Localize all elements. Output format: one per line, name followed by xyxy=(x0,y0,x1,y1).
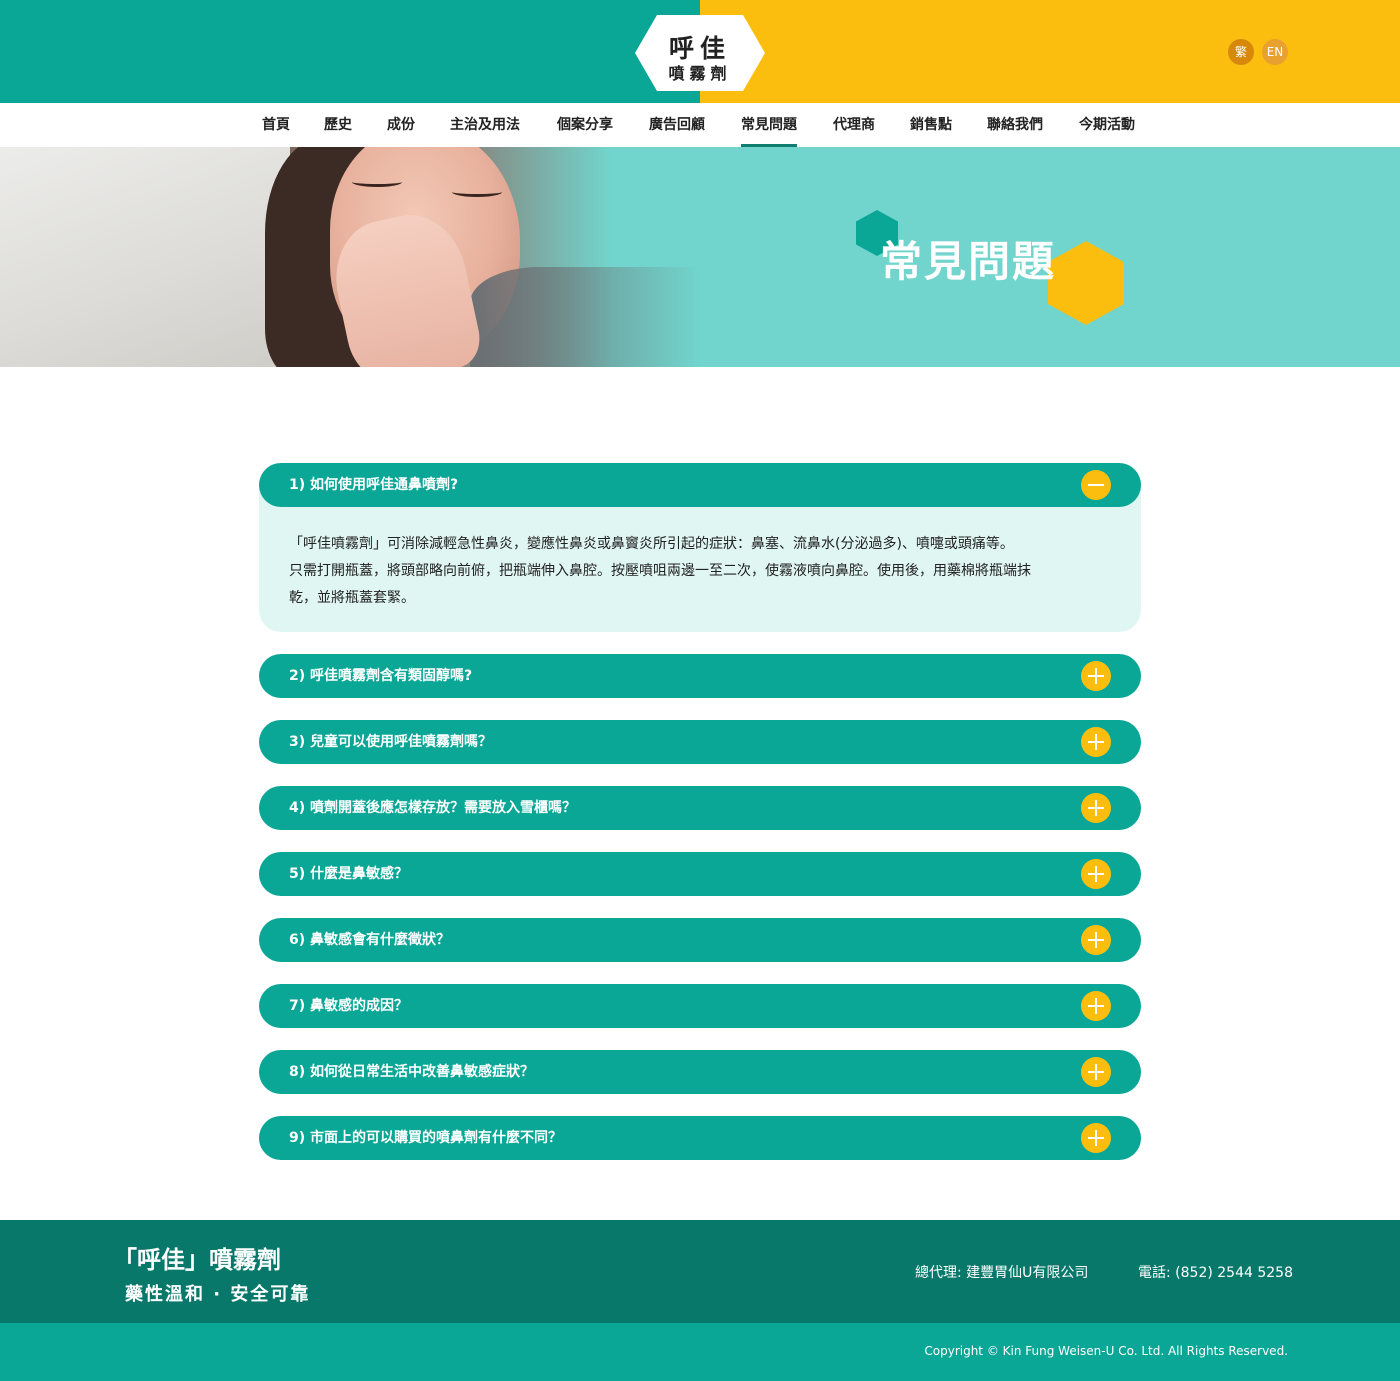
nav-item-contact[interactable]: 聯絡我們 xyxy=(987,103,1043,147)
expand-plus-icon[interactable] xyxy=(1081,793,1111,823)
faq-question-text: 6) 鼻敏感會有什麼徵狀？ xyxy=(289,932,451,948)
faq-answer-1-line-2: 只需打開瓶蓋，將頭部略向前俯，把瓶端伸入鼻腔。按壓噴咀兩邊一至二次，使霧液噴向鼻… xyxy=(289,563,1031,579)
page-banner xyxy=(0,147,1400,367)
footer-copyright-bar: Copyright © Kin Fung Weisen-U Co. Ltd. A… xyxy=(0,1323,1400,1381)
nav-item-ads[interactable]: 廣告回顧 xyxy=(649,103,705,147)
logo-text-sub: 噴霧劑 xyxy=(668,64,732,83)
nav-item-history[interactable]: 歷史 xyxy=(324,103,352,147)
nav-item-home[interactable]: 首頁 xyxy=(262,103,290,147)
nav-item-agents[interactable]: 代理商 xyxy=(833,103,875,147)
banner-hexagon-yellow xyxy=(1048,241,1124,325)
footer-info: 「呼佳」噴霧劑 藥性溫和 · 安全可靠 總代理: 建豐胃仙U有限公司 電話: (… xyxy=(0,1220,1400,1323)
nav-item-ingredients[interactable]: 成份 xyxy=(387,103,415,147)
expand-plus-icon[interactable] xyxy=(1081,727,1111,757)
faq-question-bar-5[interactable]: 5) 什麼是鼻敏感？ xyxy=(259,852,1141,896)
faq-question-text: 5) 什麼是鼻敏感？ xyxy=(289,866,409,882)
brand-logo[interactable]: 呼佳 噴霧劑 xyxy=(635,15,765,91)
faq-question-bar-6[interactable]: 6) 鼻敏感會有什麼徵狀？ xyxy=(259,918,1141,962)
page-title: 常見問題 xyxy=(880,237,1057,286)
site-header: 呼佳 噴霧劑 繁 EN xyxy=(0,0,1400,103)
main-nav: 首頁 歷史 成份 主治及用法 個案分享 廣告回顧 常見問題 代理商 銷售點 聯絡… xyxy=(0,103,1400,147)
expand-plus-icon[interactable] xyxy=(1081,1123,1111,1153)
nav-item-usage[interactable]: 主治及用法 xyxy=(450,103,520,147)
header-right-panel xyxy=(700,0,1400,103)
faq-question-text: 1) 如何使用呼佳通鼻噴劑? xyxy=(289,477,459,493)
faq-question-text: 4) 噴劑開蓋後應怎樣存放？需要放入雪櫃嗎？ xyxy=(289,800,577,816)
faq-question-bar-2[interactable]: 2) 呼佳噴霧劑含有類固醇嗎? xyxy=(259,654,1141,698)
header-left-panel xyxy=(0,0,700,103)
nav-item-events[interactable]: 今期活動 xyxy=(1079,103,1135,147)
nav-item-stores[interactable]: 銷售點 xyxy=(910,103,952,147)
nav-item-cases[interactable]: 個案分享 xyxy=(557,103,613,147)
faq-answer-1-line-1: 「呼佳噴霧劑」可消除減輕急性鼻炎，變應性鼻炎或鼻竇炎所引起的症狀：鼻塞、流鼻水(… xyxy=(289,536,1014,552)
collapse-minus-icon[interactable] xyxy=(1081,470,1111,500)
faq-question-bar-1[interactable]: 1) 如何使用呼佳通鼻噴劑? xyxy=(259,463,1141,507)
faq-question-text: 7) 鼻敏感的成因？ xyxy=(289,998,409,1014)
faq-question-bar-7[interactable]: 7) 鼻敏感的成因？ xyxy=(259,984,1141,1028)
lang-traditional-chinese-button[interactable]: 繁 xyxy=(1228,39,1254,65)
footer-brand: 「呼佳」噴霧劑 xyxy=(113,1246,281,1274)
faq-question-bar-4[interactable]: 4) 噴劑開蓋後應怎樣存放？需要放入雪櫃嗎？ xyxy=(259,786,1141,830)
faq-question-text: 2) 呼佳噴霧劑含有類固醇嗎? xyxy=(289,668,473,684)
faq-answer-1: 「呼佳噴霧劑」可消除減輕急性鼻炎，變應性鼻炎或鼻竇炎所引起的症狀：鼻塞、流鼻水(… xyxy=(259,485,1141,632)
faq-question-text: 9) 市面上的可以購買的噴鼻劑有什麼不同？ xyxy=(289,1130,563,1146)
faq-question-bar-9[interactable]: 9) 市面上的可以購買的噴鼻劑有什麼不同？ xyxy=(259,1116,1141,1160)
footer-phone: 電話: (852) 2544 5258 xyxy=(1138,1265,1293,1281)
expand-plus-icon[interactable] xyxy=(1081,1057,1111,1087)
faq-question-text: 8) 如何從日常生活中改善鼻敏感症狀？ xyxy=(289,1064,535,1080)
faq-question-bar-3[interactable]: 3) 兒童可以使用呼佳噴霧劑嗎？ xyxy=(259,720,1141,764)
expand-plus-icon[interactable] xyxy=(1081,859,1111,889)
banner-photo-woman xyxy=(0,147,720,367)
faq-answer-1-line-3: 乾，並將瓶蓋套緊。 xyxy=(289,590,415,606)
expand-plus-icon[interactable] xyxy=(1081,661,1111,691)
footer-agent: 總代理: 建豐胃仙U有限公司 xyxy=(915,1265,1089,1281)
faq-question-text: 3) 兒童可以使用呼佳噴霧劑嗎？ xyxy=(289,734,493,750)
faq-question-bar-8[interactable]: 8) 如何從日常生活中改善鼻敏感症狀？ xyxy=(259,1050,1141,1094)
footer-slogan: 藥性溫和 · 安全可靠 xyxy=(125,1284,311,1305)
copyright-text: Copyright © Kin Fung Weisen-U Co. Ltd. A… xyxy=(924,1344,1288,1358)
expand-plus-icon[interactable] xyxy=(1081,991,1111,1021)
nav-item-faq[interactable]: 常見問題 xyxy=(741,103,797,147)
expand-plus-icon[interactable] xyxy=(1081,925,1111,955)
lang-english-button[interactable]: EN xyxy=(1262,39,1288,65)
